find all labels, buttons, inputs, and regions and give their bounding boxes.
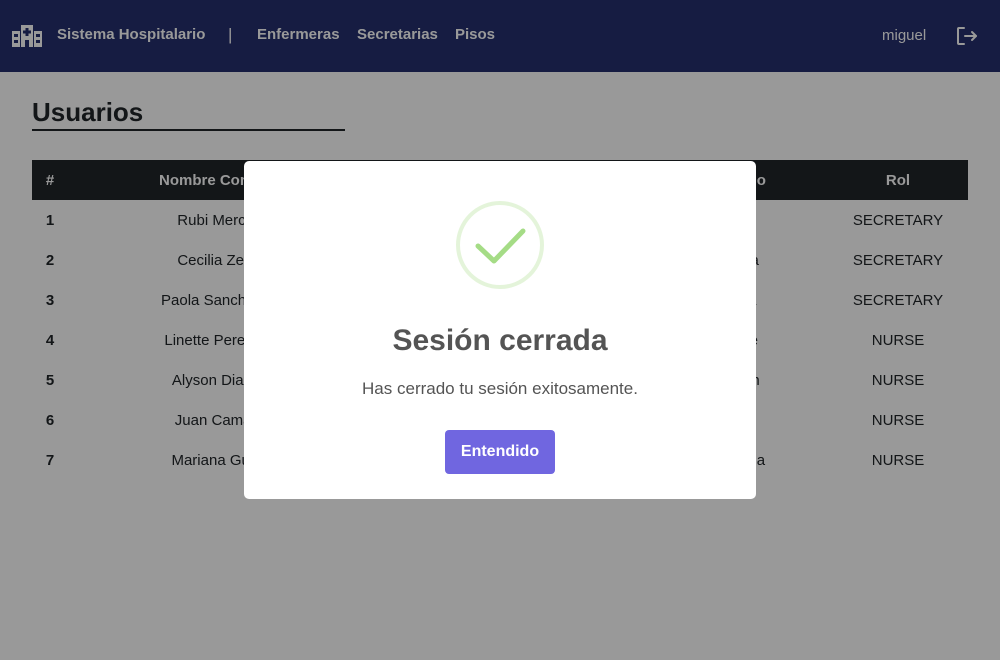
success-check-icon [456,201,544,289]
logout-success-dialog: Sesión cerrada Has cerrado tu sesión exi… [244,161,756,499]
confirm-button[interactable]: Entendido [445,430,555,474]
dialog-message: Has cerrado tu sesión exitosamente. [362,379,638,398]
dialog-title: Sesión cerrada [392,324,608,357]
